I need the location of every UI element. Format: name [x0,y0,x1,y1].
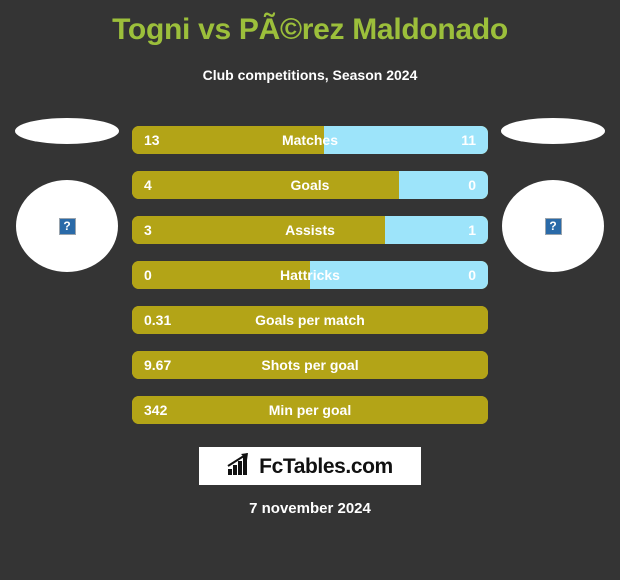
page-subtitle: Club competitions, Season 2024 [202,67,418,83]
stat-label: Matches [281,132,339,148]
broken-image-icon: ? [58,217,76,235]
stat-label: Hattricks [280,267,340,283]
fctables-logo[interactable]: FcTables.com [199,447,421,485]
stat-label: Min per goal [268,402,352,418]
flag-icon-away [501,118,605,144]
stat-value-away: 11 [461,132,476,148]
flag-icon-home [15,118,119,144]
bar-chart-arrow-icon [227,452,253,480]
stat-label: Shots per goal [261,357,359,373]
stat-row: 4 Goals 0 [132,171,488,199]
avatar-home: ? [16,180,118,272]
player-home: ? [12,118,122,272]
player-away: ? [498,118,608,272]
stat-label: Goals [290,177,330,193]
avatar-away: ? [502,180,604,272]
stat-row: 0 Hattricks 0 [132,261,488,289]
stat-label: Goals per match [255,312,365,328]
page-title: Togni vs PÃ©rez Maldonado [112,13,508,46]
stat-row: 342 Min per goal [132,396,488,424]
stat-row: 9.67 Shots per goal [132,351,488,379]
stat-row: 3 Assists 1 [132,216,488,244]
stat-row: 13 Matches 11 [132,126,488,154]
stat-row: 0.31 Goals per match [132,306,488,334]
broken-image-icon: ? [544,217,562,235]
fctables-logo-text: FcTables.com [259,454,393,478]
stat-value-away: 0 [468,177,476,193]
stat-comparison-list: 13 Matches 11 4 Goals 0 3 Assists 1 0 Hattricks 0 0.… [132,126,488,441]
stat-label: Assists [285,222,335,238]
stat-value-away: 1 [468,222,476,238]
footer-date: 7 november 2024 [249,500,371,517]
header: Togni vs PÃ©rez Maldonado Club competiti… [0,0,620,83]
stat-value-away: 0 [468,267,476,283]
